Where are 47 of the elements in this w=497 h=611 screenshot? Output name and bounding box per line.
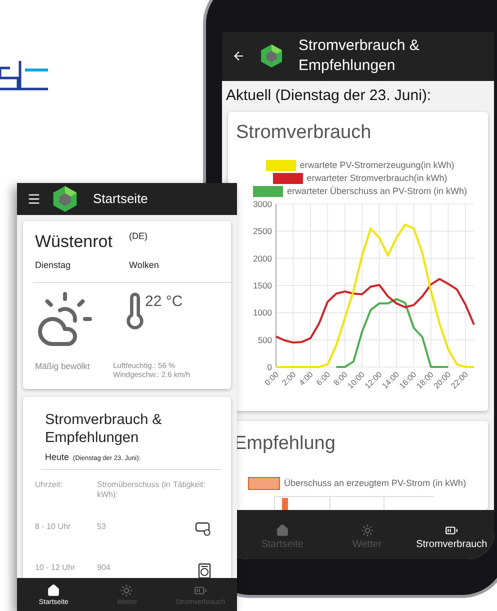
column-header: Stromüberschuss (in kWh): <box>97 480 172 500</box>
x-axis-label: 2:00 <box>280 370 298 387</box>
country-code: (DE) <box>129 231 148 242</box>
y-axis-label: 2500 <box>253 226 272 236</box>
section-heading: Aktuell (Dienstag der 23. Juni): <box>225 86 432 106</box>
legend-item: erwarteter Überschuss an PV-Strom (in kWh) <box>252 186 468 196</box>
y-axis-label: 2000 <box>253 252 272 263</box>
sun-icon <box>360 524 374 536</box>
washing-machine-icon <box>198 562 211 578</box>
table-cell: 8 - 10 Uhr <box>35 522 71 532</box>
house-icon <box>276 524 289 536</box>
legend-item: erwarteter Stromverbrauch(in kWh) <box>272 172 448 184</box>
weekday: Dienstag <box>35 260 72 272</box>
x-axis-label: 4:00 <box>297 370 315 387</box>
x-axis-label: 8:00 <box>332 370 350 387</box>
y-axis-label: 500 <box>258 334 272 344</box>
column-header: Tätigkeit: <box>173 480 206 490</box>
house-icon <box>47 584 60 596</box>
city-name: Wüstenrot <box>35 231 114 252</box>
y-axis-label: 1500 <box>253 280 272 290</box>
app-bar-title: Stromverbrauch & Empfehlungen <box>298 36 420 76</box>
column-header: Uhrzeit: <box>35 480 63 490</box>
nav-tab[interactable]: Stromverbrauch <box>409 510 494 559</box>
weather-condition: Wolken <box>129 260 159 272</box>
today-label: Heute <box>45 452 70 463</box>
legend-item: erwartete PV-Stromerzeugung(in kWh) <box>266 160 454 170</box>
x-axis-label: 6:00 <box>314 370 332 387</box>
legend-swatch <box>248 476 280 490</box>
y-axis-label: 1000 <box>253 307 272 318</box>
card-title: Empfehlung <box>234 432 336 454</box>
battery-icon <box>194 584 207 596</box>
y-axis-label: 3000 <box>253 198 272 208</box>
weather-description: Mäßig bewölkt <box>35 360 91 372</box>
card-title: Stromverbrauch <box>236 122 372 144</box>
card-title: Stromverbrauch & Empfehlungen <box>44 411 163 448</box>
app-bar-title: Startseite <box>93 190 148 208</box>
table-cell: 10 - 12 Uhr <box>35 562 76 573</box>
x-axis-label: 0:00 <box>263 370 280 387</box>
app-logo-icon <box>51 185 79 213</box>
table-cell: 904 <box>97 562 110 573</box>
table-cell: 53 <box>97 522 106 532</box>
temperature: 22 °C <box>145 292 183 312</box>
legend-item: Überschuss an erzeugtem PV-Strom (in kWh) <box>234 476 480 490</box>
menu-icon[interactable] <box>27 192 41 206</box>
y-axis-label: 0 <box>267 362 272 372</box>
sun-icon <box>120 584 134 596</box>
battery-icon <box>445 524 458 536</box>
